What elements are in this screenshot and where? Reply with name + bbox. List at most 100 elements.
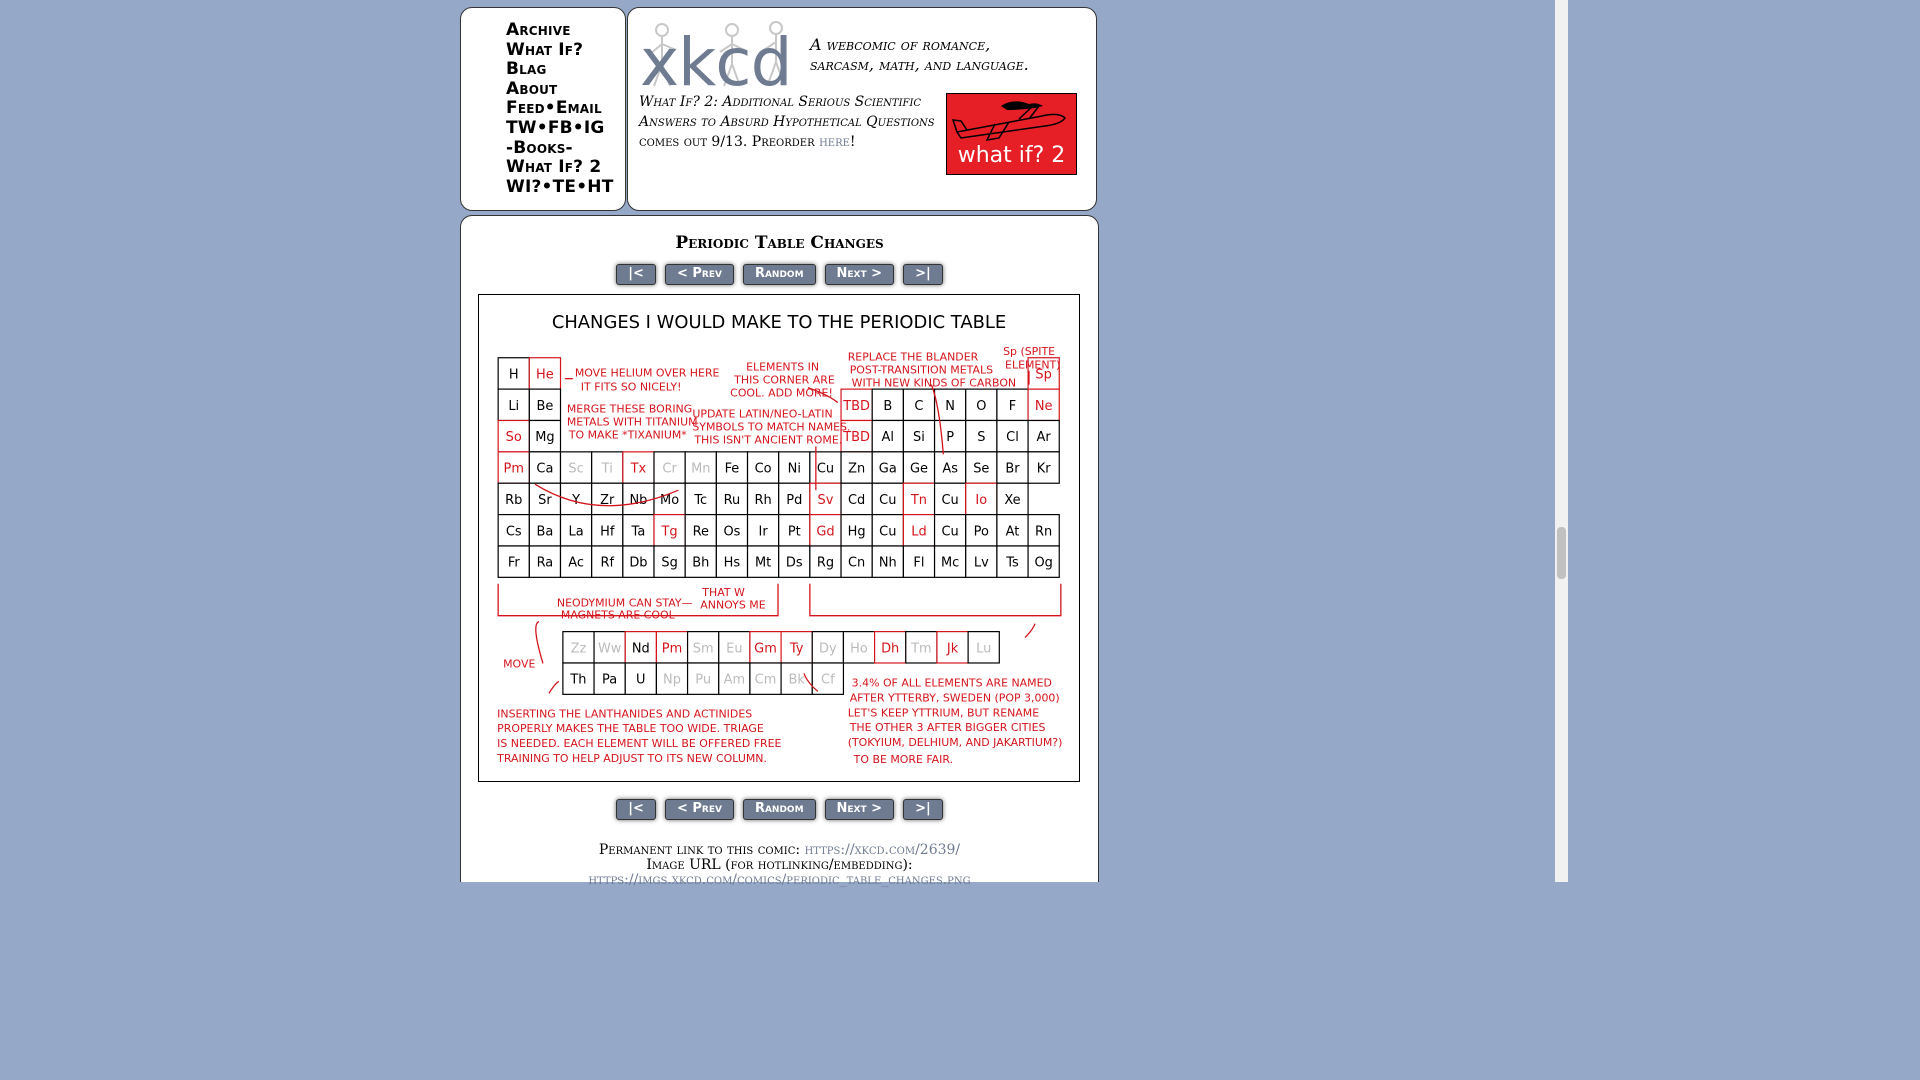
comic-panel: Periodic Table Changes |< < Prev Random … <box>460 215 1099 888</box>
what-if-2-promo-image[interactable]: what if? 2 <box>946 93 1077 175</box>
element-br-r3c16-symbol: Br <box>1005 462 1020 477</box>
element-h-r0c0-symbol: H <box>509 367 519 382</box>
element-gd-r5c10-symbol: Gd <box>816 524 834 539</box>
element-bh-r6c6-symbol: Bh <box>692 556 709 571</box>
note-merge-3: TO MAKE *TIXANIUM* <box>568 428 687 441</box>
lanthanide-4-symbol: Sm <box>693 641 714 656</box>
note-ytterby-2: AFTER YTTERBY, SWEDEN (POP 3,000) <box>850 691 1060 704</box>
note-post-3: WITH NEW KINDS OF CARBON <box>852 377 1016 390</box>
element-pd-r4c9-symbol: Pd <box>786 493 802 508</box>
last-comic-button[interactable]: >| <box>903 264 943 285</box>
element-ir-r5c8-symbol: Ir <box>759 524 769 539</box>
element-rh-r4c8-symbol: Rh <box>755 493 772 508</box>
airplane-icon <box>951 101 1066 141</box>
note-insert-2: PROPERLY MAKES THE TABLE TOO WIDE. TRIAG… <box>497 722 764 735</box>
element-at-r5c16-symbol: At <box>1006 524 1020 539</box>
element-li-r1c0-symbol: Li <box>508 399 519 414</box>
comic-nav-bottom: |< < Prev Random Next > >| <box>461 799 1098 820</box>
element-pm-r3c0-symbol: Pm <box>504 462 524 477</box>
element-he-r0c1-symbol: He <box>536 367 554 382</box>
nav-what-if-2[interactable]: What If? 2 <box>506 158 614 178</box>
element-ts-r6c16-symbol: Ts <box>1005 556 1019 571</box>
nav-what-if[interactable]: What If? <box>506 40 614 61</box>
element-hs-r6c7-symbol: Hs <box>724 556 741 571</box>
prev-comic-button[interactable]: < Prev <box>664 264 734 285</box>
element-f-r1c16-symbol: F <box>1009 399 1016 414</box>
next-comic-button-bottom[interactable]: Next > <box>824 799 895 820</box>
lanthanide-8-symbol: Dy <box>819 641 837 656</box>
last-comic-button-bottom[interactable]: >| <box>903 799 943 820</box>
element-kr-r3c17-symbol: Kr <box>1037 462 1051 477</box>
next-comic-button[interactable]: Next > <box>824 264 895 285</box>
element-mo-r4c5-symbol: Mo <box>660 493 679 508</box>
image-url-link[interactable]: https://imgs.xkcd.com/comics/periodic_ta… <box>588 872 970 888</box>
random-comic-button[interactable]: Random <box>742 264 816 285</box>
element-fr-r6c0-symbol: Fr <box>508 556 521 571</box>
element-hg-r5c11-symbol: Hg <box>848 524 866 539</box>
element-as-r3c14-symbol: As <box>942 462 958 477</box>
nav-feed-email[interactable]: Feed•Email <box>506 99 614 119</box>
nav-panel: Archive What If? Blag About Feed•Email T… <box>460 7 626 211</box>
actinide-3-symbol: Np <box>663 673 681 688</box>
element-cs-r5c0-symbol: Cs <box>506 524 522 539</box>
lanthanide-2-symbol: Nd <box>632 641 650 656</box>
note-ytterby-1: 3.4% OF ALL ELEMENTS ARE NAMED <box>852 676 1052 689</box>
first-comic-button[interactable]: |< <box>616 264 656 285</box>
scrollbar-thumb[interactable] <box>1557 527 1566 579</box>
actinide-0-symbol: Th <box>569 673 586 688</box>
book-title: What If? 2: Additional Serious Scientifi… <box>639 94 935 130</box>
arrow-move <box>535 621 544 664</box>
element-lv-r6c15-symbol: Lv <box>974 556 989 571</box>
note-insert-4: TRAINING TO HELP ADJUST TO ITS NEW COLUM… <box>496 752 767 765</box>
page-scrollbar[interactable] <box>1555 0 1568 882</box>
nav-wi-te-ht[interactable]: WI?•TE•HT <box>506 177 614 198</box>
element-mn-r3c6-symbol: Mn <box>691 462 710 477</box>
element-cu-r4c14-symbol: Cu <box>942 493 959 508</box>
element-ge-r3c13-symbol: Ge <box>910 462 928 477</box>
note-merge-2: METALS WITH TITANIUM <box>567 415 698 428</box>
nav-blag[interactable]: Blag <box>506 60 614 80</box>
element-p-r2c14-symbol: P <box>946 430 954 445</box>
xkcd-logo[interactable]: xkcd <box>640 20 792 96</box>
news-announcement: What If? 2: Additional Serious Scientifi… <box>639 92 939 152</box>
header-panel: xkcd A webcomic of romance, sarcasm, mat… <box>627 7 1097 211</box>
lanthanide-1-symbol: Ww <box>598 641 622 656</box>
actinide-8-symbol: Cf <box>821 673 835 688</box>
element-tg-r5c5-symbol: Tg <box>661 524 678 539</box>
permalink-url[interactable]: https://xkcd.com/2639/ <box>805 842 961 858</box>
nav-list: Archive What If? Blag About Feed•Email T… <box>506 20 614 198</box>
element-tx-r3c4-symbol: Tx <box>630 462 647 477</box>
prev-comic-button-bottom[interactable]: < Prev <box>664 799 734 820</box>
element-cl-r2c16-symbol: Cl <box>1006 430 1019 445</box>
actinide-4-symbol: Pu <box>695 673 711 688</box>
lanthanide-12-symbol: Jk <box>946 641 959 656</box>
comic-nav-top: |< < Prev Random Next > >| <box>461 264 1098 285</box>
random-comic-button-bottom[interactable]: Random <box>742 799 816 820</box>
element-cn-r6c11-symbol: Cn <box>848 556 865 571</box>
nav-social[interactable]: TW•FB•IG <box>506 118 614 139</box>
news-end: ! <box>849 134 856 150</box>
first-comic-button-bottom[interactable]: |< <box>616 799 656 820</box>
image-url-label: Image URL (for hotlinking/embedding): <box>646 857 913 873</box>
element-ta-r5c4-symbol: Ta <box>631 524 646 539</box>
element-se-r3c15-symbol: Se <box>973 462 989 477</box>
actinide-7-symbol: Bk <box>788 673 805 688</box>
element-po-r5c15-symbol: Po <box>974 524 989 539</box>
actinide-5-symbol: Am <box>724 673 745 688</box>
nav-books[interactable]: -Books- <box>506 138 614 159</box>
element-sc-r3c2-symbol: Sc <box>568 462 583 477</box>
lanthanide-13-symbol: Lu <box>976 641 991 656</box>
note-post-2: POST-TRANSITION METALS <box>850 364 993 377</box>
element-ar-r2c17-symbol: Ar <box>1037 430 1052 445</box>
tagline-line1: A webcomic of romance, <box>810 35 991 54</box>
note-ytterby-6: TO BE MORE FAIR. <box>853 753 953 766</box>
note-spite-1: Sp (SPITE <box>1003 345 1055 358</box>
preorder-link[interactable]: here <box>819 134 850 150</box>
element-og-r6c17-symbol: Og <box>1034 556 1052 571</box>
permalink-line: Permanent link to this comic: https://xk… <box>461 843 1098 858</box>
note-insert-1: INSERTING THE LANTHANIDES AND ACTINIDES <box>497 707 752 720</box>
nav-about[interactable]: About <box>506 79 614 100</box>
note-post-1: REPLACE THE BLANDER <box>848 351 979 364</box>
element-ac-r6c2-symbol: Ac <box>568 556 584 571</box>
nav-archive[interactable]: Archive <box>506 20 614 41</box>
